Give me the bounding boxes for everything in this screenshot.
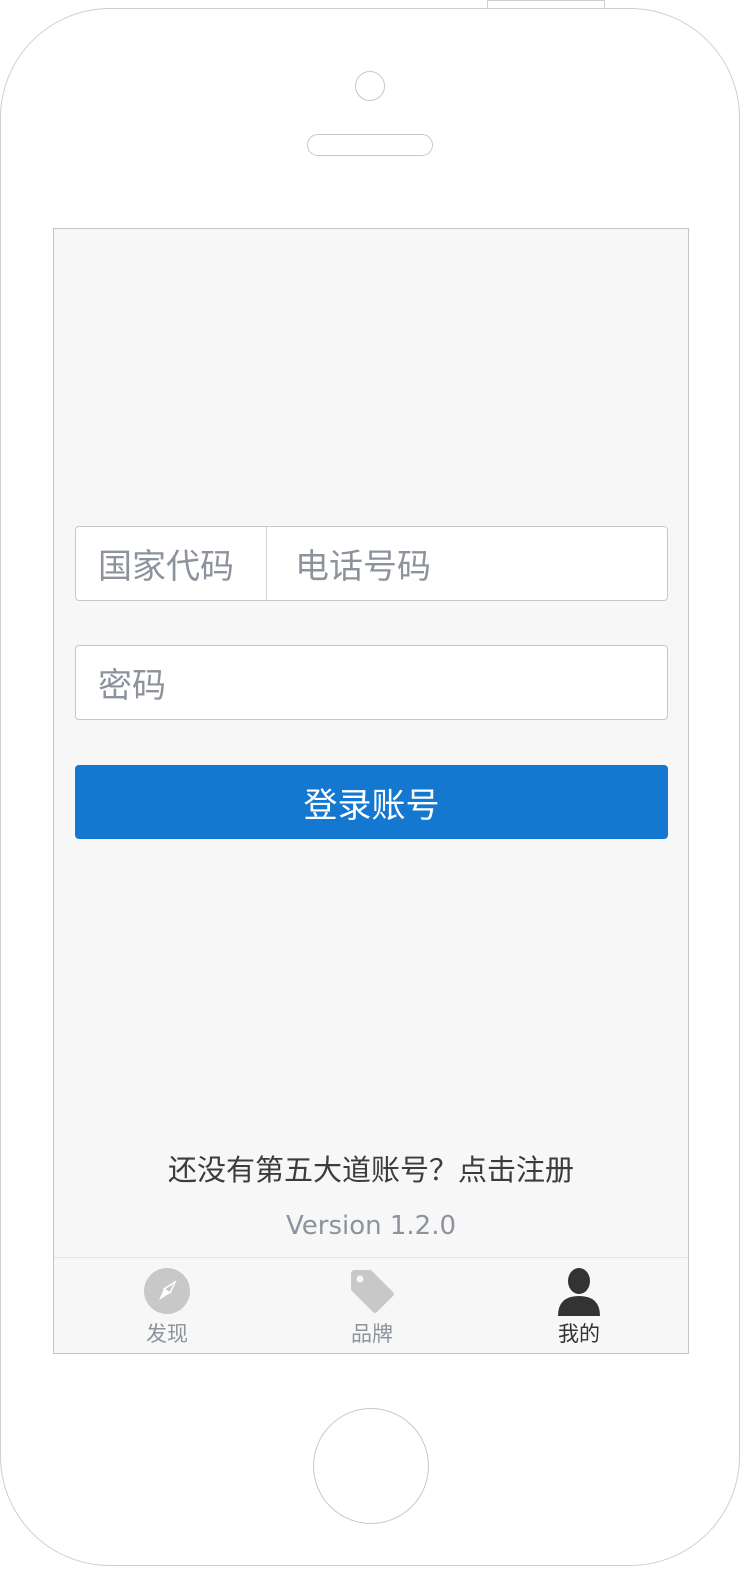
tab-label-brands: 品牌 (351, 1322, 393, 1346)
phone-number-field[interactable]: 电话号码 (267, 527, 667, 600)
register-link[interactable]: 还没有第五大道账号？点击注册 (54, 1147, 688, 1189)
app-screen: 国家代码 电话号码 密码 登录账号 还没有第五大道账号？点击注册 Version… (53, 228, 689, 1354)
tab-label-mine: 我的 (558, 1322, 600, 1346)
login-button[interactable]: 登录账号 (75, 765, 668, 839)
phone-input-row: 国家代码 电话号码 (75, 526, 668, 601)
version-label: Version 1.2.0 (285, 1211, 457, 1241)
power-button (487, 0, 605, 8)
tab-mine[interactable]: 我的 (519, 1266, 639, 1353)
tab-label-discover: 发现 (146, 1322, 188, 1346)
front-camera (355, 71, 385, 101)
country-code-field[interactable]: 国家代码 (76, 527, 267, 600)
password-field[interactable]: 密码 (75, 645, 668, 720)
earpiece-speaker (307, 134, 433, 156)
tab-bar: 发现 品牌 我的 (54, 1257, 688, 1353)
home-button[interactable] (313, 1408, 429, 1524)
tab-brands[interactable]: 品牌 (312, 1266, 432, 1353)
tag-icon (351, 1270, 394, 1313)
user-icon (558, 1268, 600, 1316)
compass-icon (144, 1268, 190, 1314)
tab-discover[interactable]: 发现 (107, 1266, 227, 1353)
